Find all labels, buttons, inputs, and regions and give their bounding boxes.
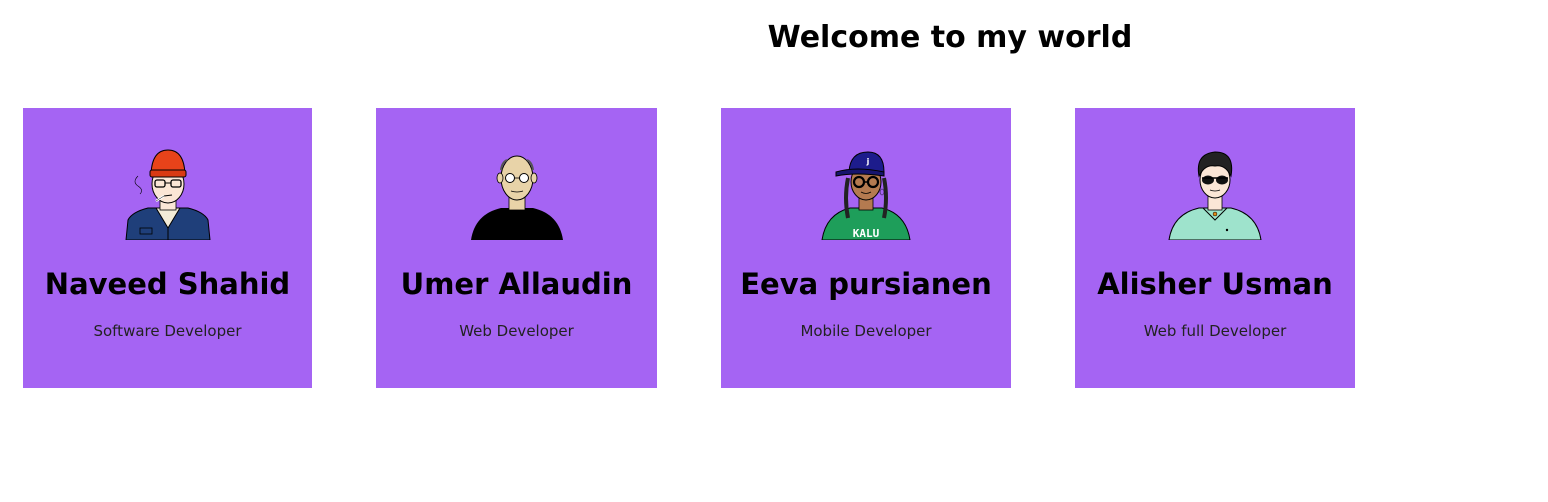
cap-letter: j: [866, 157, 870, 166]
card-role: Web full Developer: [1143, 322, 1287, 340]
shirt-text: KALU: [853, 227, 880, 240]
page-title: Welcome to my world: [767, 20, 1133, 55]
avatar-bald-glasses-icon: [467, 148, 567, 240]
card-role: Mobile Developer: [800, 322, 932, 340]
card-name: Alisher Usman: [1097, 267, 1333, 301]
card-name: Naveed Shahid: [44, 267, 291, 301]
page: Welcome to my world Naveed Shahid Softwa…: [0, 0, 1548, 502]
avatar-cap-braids-icon: KALU j: [816, 148, 916, 240]
profile-card: Umer Allaudin Web Developer: [376, 108, 657, 388]
card-role: Web Developer: [459, 322, 574, 340]
profile-card: Alisher Usman Web full Developer: [1075, 108, 1355, 388]
avatar-sunglasses-icon: [1165, 148, 1265, 240]
card-name: Eeva pursianen: [740, 267, 992, 301]
avatar-beanie-glasses-icon: [118, 148, 218, 240]
card-role: Software Developer: [93, 322, 242, 340]
profile-card: Naveed Shahid Software Developer: [23, 108, 312, 388]
card-name: Umer Allaudin: [400, 267, 633, 301]
profile-card: KALU j Eeva pursianen Mobile Developer: [721, 108, 1011, 388]
